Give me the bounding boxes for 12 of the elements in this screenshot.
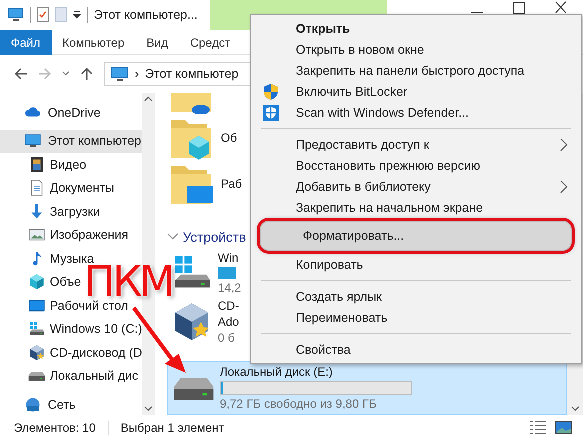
breadcrumb-separator: › [135, 67, 140, 81]
window-title: Этот компьютер... [94, 8, 198, 22]
free-space-text: 9,72 ГБ свободно из 9,80 ГБ [220, 397, 378, 411]
selection-count: Выбран 1 элемент [120, 420, 224, 434]
drive-name: Локальный диск (E:) [220, 365, 334, 379]
annotation-label: ПКМ [84, 263, 173, 301]
item-count: Элементов: 10 [14, 420, 96, 434]
drive-name: Win [218, 251, 240, 265]
free-space-text: 0 б [218, 331, 236, 345]
drive-label: Ado [218, 315, 240, 329]
free-space-text: 14,2 [218, 281, 242, 295]
drive-name: CD- [218, 299, 240, 313]
